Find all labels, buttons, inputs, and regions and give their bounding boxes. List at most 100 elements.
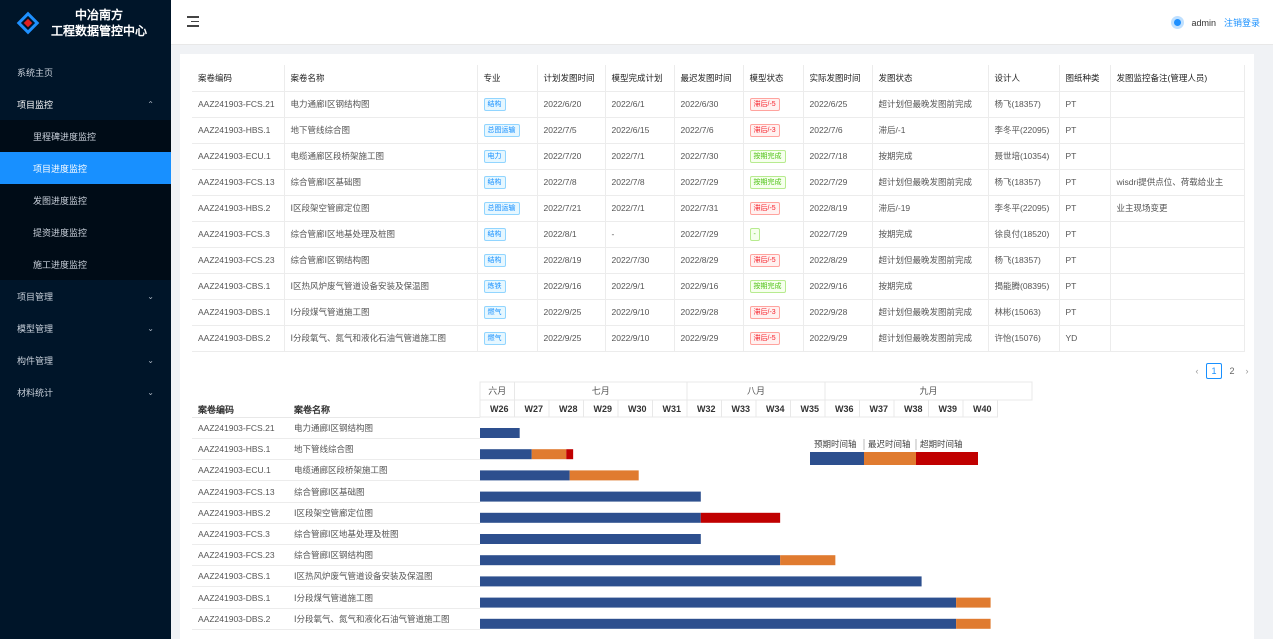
column-header: 专业: [477, 65, 538, 92]
menu-item-label: 材料统计: [17, 387, 54, 398]
submenu-item-construction-progress[interactable]: 施工进度监控: [0, 248, 171, 280]
major-tag: 燃气: [483, 305, 506, 319]
menu-item-label: 项目管理: [17, 291, 54, 302]
cell-designer: 李冬平(22095): [988, 117, 1060, 144]
menu-fold-icon[interactable]: [187, 16, 199, 27]
month-label: 九月: [919, 386, 937, 396]
cell-model-status: 滞后/-5: [743, 195, 804, 222]
gantt-bar-plan: [480, 470, 570, 481]
cell-name: Ⅰ分段煤气管道施工图: [284, 299, 478, 326]
chevron-down-icon: ⌄: [147, 387, 154, 397]
gantt-bar-plan: [480, 491, 701, 502]
cell-major: 结构: [477, 91, 538, 118]
cell-code: AAZ241903-DBS.2: [192, 325, 285, 352]
cell-designer: 杨飞(18357): [988, 169, 1060, 196]
cell-code: AAZ241903-FCS.23: [192, 247, 285, 274]
page-2-button[interactable]: 2: [1224, 363, 1240, 379]
table-row[interactable]: AAZ241903-DBS.2 Ⅰ分段氧气、氮气和液化石油气管道施工图 燃气 2022…: [192, 325, 1245, 352]
cell-note: [1110, 221, 1245, 248]
model-status-tag: 滞后/-3: [749, 123, 780, 137]
cell-drawing-status: 超计划但最晚发图前完成: [872, 169, 989, 196]
prev-page-button[interactable]: ‹: [1190, 366, 1204, 376]
table-row[interactable]: AAZ241903-FCS.23 综合管廊Ⅰ区钢结构图 结构 2022/8/19 202…: [192, 247, 1245, 274]
menu-item-project-monitor[interactable]: 项目监控 ⌃: [0, 88, 171, 120]
column-header: 模型状态: [743, 65, 804, 92]
cell-name: 综合管廊Ⅰ区基础图: [284, 169, 478, 196]
table-row[interactable]: AAZ241903-FCS.21 电力通廊Ⅰ区钢结构图 结构 2022/6/20 202…: [192, 91, 1245, 118]
week-label: W35: [800, 404, 819, 414]
table-row[interactable]: AAZ241903-ECU.1 电缆通廊区段桥架施工图 电力 2022/7/20 202…: [192, 143, 1245, 170]
cell-drawing-status: 超计划但最晚发图前完成: [872, 247, 989, 274]
submenu-item-drawing-progress[interactable]: 发图进度监控: [0, 184, 171, 216]
brand: 中冶南方 工程数据管控中心: [0, 0, 171, 46]
chevron-down-icon: ⌄: [147, 291, 154, 301]
table-row[interactable]: AAZ241903-DBS.1 Ⅰ分段煤气管道施工图 燃气 2022/9/25 2022…: [192, 299, 1245, 326]
cell-major: 总图运输: [477, 195, 538, 222]
menu-item-home[interactable]: 系统主页: [0, 56, 171, 88]
table-row[interactable]: AAZ241903-HBS.1 地下管线综合图 总图运输 2022/7/5 2022/6…: [192, 117, 1245, 144]
table-row[interactable]: AAZ241903-FCS.13 综合管廊Ⅰ区基础图 结构 2022/7/8 2022/…: [192, 169, 1245, 196]
cell-latest-date: 2022/7/29: [674, 221, 744, 248]
cell-major: 总图运输: [477, 117, 538, 144]
cell-actual-date: 2022/7/18: [803, 143, 873, 170]
cell-code: AAZ241903-CBS.1: [192, 273, 285, 300]
cell-drawing-kind: PT: [1059, 143, 1111, 170]
cell-plan-date: 2022/9/16: [537, 273, 606, 300]
page-1-button[interactable]: 1: [1206, 363, 1222, 379]
cell-drawing-kind: PT: [1059, 169, 1111, 196]
menu-item-component-management[interactable]: 构件管理 ⌄: [0, 344, 171, 376]
cell-latest-date: 2022/7/29: [674, 169, 744, 196]
cell-model-status: 滞后/-3: [743, 117, 804, 144]
table-row[interactable]: AAZ241903-HBS.2 Ⅰ区段架空管廊定位图 总图运输 2022/7/21 20…: [192, 195, 1245, 222]
cell-actual-date: 2022/8/29: [803, 247, 873, 274]
cell-latest-date: 2022/9/28: [674, 299, 744, 326]
cell-name: 地下管线综合图: [284, 117, 478, 144]
gantt-bar-plan: [480, 449, 532, 460]
user-area: admin 注销登录: [1171, 16, 1260, 29]
table-row[interactable]: AAZ241903-CBS.1 Ⅰ区热风炉废气管道设备安装及保温图 炼铁 2022/9…: [192, 273, 1245, 300]
week-label: W27: [524, 404, 543, 414]
cell-model-plan: 2022/9/10: [605, 325, 675, 352]
submenu-item-milestone[interactable]: 里程碑进度监控: [0, 120, 171, 152]
column-header: 最迟发图时间: [674, 65, 744, 92]
gantt-timeline: 六月 七月 八月 九月 W26 W27 W28 W29 W30 W31 W32 W33 W34 W35 W3…: [479, 381, 1033, 629]
cell-major: 炼铁: [477, 273, 538, 300]
side-menu: 系统主页 项目监控 ⌃ 里程碑进度监控 项目进度监控 发图进度监控 提资进度监控 …: [0, 56, 171, 408]
table-row[interactable]: AAZ241903-FCS.3 综合管廊Ⅰ区地基处理及桩图 结构 2022/8/1-2…: [192, 221, 1245, 248]
major-tag: 电力: [483, 149, 506, 163]
cell-drawing-kind: PT: [1059, 117, 1111, 144]
gantt-bar-plan: [480, 576, 922, 587]
gantt-bar-overdue: [700, 512, 781, 523]
submenu-item-data-progress[interactable]: 提资进度监控: [0, 216, 171, 248]
model-status-tag: 滞后/-5: [749, 201, 780, 215]
avatar[interactable]: [1171, 16, 1185, 29]
cell-major: 燃气: [477, 299, 538, 326]
main-content: 案卷编码 案卷名称 专业 计划发图时间 模型完成计划 最迟发图时间 模型状态 实际发图时间 发图…: [180, 54, 1254, 639]
user-name[interactable]: admin: [1191, 18, 1216, 28]
cell-plan-date: 2022/7/21: [537, 195, 606, 222]
submenu-item-project-progress[interactable]: 项目进度监控: [0, 152, 171, 184]
cell-code: AAZ241903-DBS.1: [192, 299, 285, 326]
cell-drawing-status: 按期完成: [872, 273, 989, 300]
gantt-bar-plan: [480, 512, 701, 523]
logout-link[interactable]: 注销登录: [1224, 16, 1260, 29]
major-tag: 总图运输: [483, 123, 520, 137]
menu-item-model-management[interactable]: 模型管理 ⌄: [0, 312, 171, 344]
cell-code: AAZ241903-HBS.1: [192, 117, 285, 144]
progress-table: 案卷编码 案卷名称 专业 计划发图时间 模型完成计划 最迟发图时间 模型状态 实际发图时间 发图…: [192, 65, 1245, 352]
gantt-bar-latest: [780, 555, 836, 566]
cell-designer: 聂世培(10354): [988, 143, 1060, 170]
menu-item-label: 系统主页: [17, 67, 54, 78]
column-header: 计划发图时间: [537, 65, 606, 92]
gantt-bar-plan: [480, 597, 957, 608]
cell-code: AAZ241903-HBS.2: [192, 195, 285, 222]
week-label: W28: [559, 404, 578, 414]
menu-item-material-statistics[interactable]: 材料统计 ⌄: [0, 376, 171, 408]
cell-latest-date: 2022/8/29: [674, 247, 744, 274]
gantt-chart: 案卷编码 案卷名称 AAZ241903-FCS.21 电力通廊Ⅰ区钢结构图 AAZ2…: [180, 381, 1254, 639]
cell-designer: 徐良付(18520): [988, 221, 1060, 248]
cell-latest-date: 2022/9/29: [674, 325, 744, 352]
submenu-project-monitor: 里程碑进度监控 项目进度监控 发图进度监控 提资进度监控 施工进度监控: [0, 120, 171, 280]
next-page-button[interactable]: ›: [1240, 366, 1254, 376]
menu-item-project-management[interactable]: 项目管理 ⌄: [0, 280, 171, 312]
